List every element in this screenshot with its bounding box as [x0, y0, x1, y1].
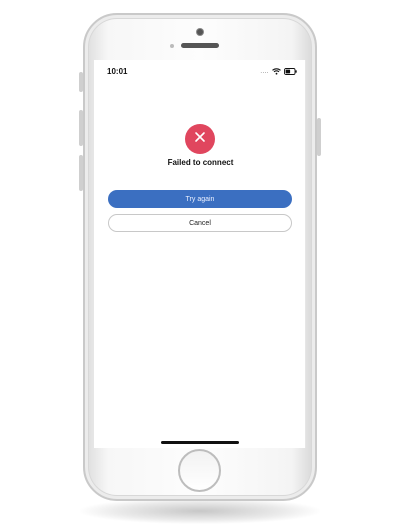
front-camera	[197, 29, 203, 35]
battery-icon	[284, 68, 297, 75]
earpiece-speaker	[181, 43, 219, 48]
power-button	[317, 118, 321, 156]
home-button[interactable]	[178, 449, 221, 492]
status-time: 10:01	[107, 67, 128, 76]
signal-dots: ....	[260, 68, 269, 75]
home-indicator[interactable]	[161, 441, 239, 444]
phone-shadow	[80, 498, 320, 524]
try-again-button[interactable]: Try again	[108, 190, 292, 208]
close-x-icon	[194, 130, 206, 148]
status-icons: ....	[260, 68, 297, 75]
device-stage: 10:01 .... Failed to connect Try again C…	[0, 0, 398, 528]
wifi-icon	[272, 68, 281, 75]
cancel-button[interactable]: Cancel	[108, 214, 292, 232]
phone-screen: 10:01 .... Failed to connect Try again C…	[93, 60, 306, 448]
status-bar: 10:01 ....	[94, 66, 305, 80]
error-title: Failed to connect	[167, 158, 234, 167]
error-badge	[185, 124, 215, 154]
proximity-sensor	[170, 44, 174, 48]
